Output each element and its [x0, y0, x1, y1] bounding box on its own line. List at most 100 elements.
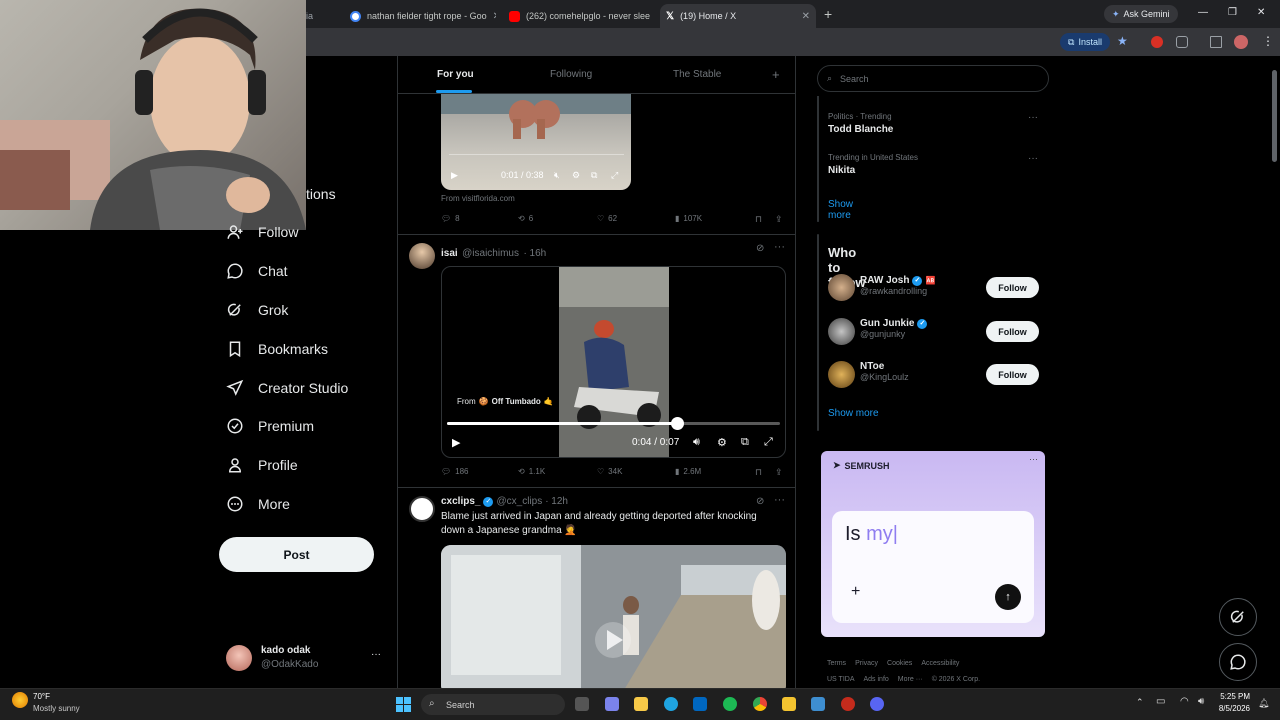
post-more-icon[interactable]: ··· [774, 494, 785, 506]
post-video[interactable]: From 🍪 Off Tumbado 🤙 ▶ 0:04 / 0:07 🔊︎ ⚙ ⧉ ⤢ [441, 266, 786, 458]
notification-bell-icon[interactable]: 🔔︎ [1258, 698, 1269, 709]
follow-button[interactable]: Follow [986, 277, 1039, 298]
footer-link[interactable]: Ads info [864, 676, 889, 683]
share-icon[interactable]: ⇪ [775, 467, 783, 478]
browser-tab[interactable]: (262) comehelpglo - never slee ✕ [503, 4, 655, 28]
windows-start-icon[interactable] [396, 697, 411, 712]
tab-for-you[interactable]: For you [437, 69, 474, 80]
settings-icon[interactable]: ⚙ [572, 170, 580, 181]
views-button[interactable]: ▮ 2.6M [675, 467, 701, 476]
post-button[interactable]: Post [219, 537, 374, 572]
edge-icon[interactable] [664, 697, 678, 711]
video-scrubber-handle[interactable] [670, 417, 684, 430]
sidebar-item-creator-studio[interactable]: Creator Studio [226, 379, 348, 397]
sidebar-item-chat[interactable]: Chat [226, 262, 288, 280]
reading-list-icon[interactable] [1210, 36, 1222, 48]
sidebar-item-grok[interactable]: Grok [226, 301, 288, 319]
card-source[interactable]: From visitflorida.com [441, 194, 515, 203]
post-author-name[interactable]: isai [441, 248, 458, 259]
chrome-icon[interactable] [753, 697, 767, 711]
store-icon[interactable] [693, 697, 707, 711]
taskbar-search-box[interactable]: ⌕ Search [421, 694, 565, 715]
views-button[interactable]: ▮ 107K [675, 214, 702, 223]
avatar[interactable] [828, 318, 855, 345]
sidebar-item-follow[interactable]: Follow [226, 223, 298, 241]
settings-icon[interactable]: ⚙ [717, 436, 727, 449]
pip-icon[interactable]: ⧉ [741, 436, 749, 449]
semrush-ad[interactable]: ➤ SEMRUSH ··· Is my| + ↑ [821, 451, 1045, 637]
footer-link[interactable]: Privacy [855, 660, 878, 667]
avatar[interactable] [409, 496, 435, 522]
app-icon[interactable] [841, 697, 855, 711]
grok-icon[interactable]: ⊘ [756, 496, 764, 507]
discord-icon[interactable] [870, 697, 884, 711]
avatar[interactable] [409, 243, 435, 269]
sticky-notes-icon[interactable] [782, 697, 796, 711]
post-author-handle[interactable]: @cx_clips [496, 496, 542, 507]
sidebar-item-more[interactable]: More [226, 495, 290, 513]
footer-link[interactable]: Terms [827, 660, 846, 667]
trends-show-more-link[interactable]: Show more [828, 199, 853, 221]
post-time[interactable]: · 12h [545, 496, 568, 507]
reply-button[interactable]: 💬︎ 186 [441, 467, 469, 476]
play-icon[interactable]: ▶ [452, 436, 460, 449]
close-tab-icon[interactable]: ✕ [802, 11, 810, 22]
wifi-icon[interactable]: ◠ [1180, 696, 1189, 707]
browser-menu-icon[interactable]: ⋮ [1262, 34, 1274, 48]
tray-app-icon[interactable]: ▭ [1156, 696, 1165, 707]
grok-icon[interactable]: ⊘ [756, 243, 764, 254]
follow-button[interactable]: Follow [986, 364, 1039, 385]
reply-button[interactable]: 💬︎ 8 [441, 214, 460, 223]
post-more-icon[interactable]: ··· [774, 241, 785, 253]
volume-icon[interactable]: 🔊︎ [693, 436, 700, 449]
pip-icon[interactable]: ⧉ [591, 170, 597, 181]
bookmark-icon[interactable]: ⊓ [755, 467, 762, 478]
follow-suggestion[interactable]: RAW Josh ✓ 🆎 @rawkandrolling [860, 275, 935, 296]
trend-item[interactable]: Trending in United States Nikita ··· [828, 153, 1038, 176]
post-author-name[interactable]: cxclips_ [441, 496, 480, 507]
footer-link[interactable]: Cookies [887, 660, 912, 667]
weather-desc[interactable]: Mostly sunny [33, 704, 80, 713]
minimize-button[interactable]: — [1198, 7, 1208, 18]
post-video[interactable] [441, 545, 786, 688]
tab-the-stable[interactable]: The Stable [673, 69, 721, 80]
sidebar-item-bookmarks[interactable]: Bookmarks [226, 340, 328, 358]
weather-temp[interactable]: 70°F [33, 692, 50, 701]
ad-submit-arrow-icon[interactable]: ↑ [995, 584, 1021, 610]
share-icon[interactable]: ⇪ [775, 214, 783, 225]
avatar[interactable] [828, 361, 855, 388]
post-author-handle[interactable]: @isaichimus [462, 248, 519, 259]
sidebar-item-partial-label[interactable]: tions [306, 186, 336, 202]
extensions-puzzle-icon[interactable] [1176, 36, 1188, 48]
search-input[interactable]: ⌕ Search [817, 65, 1049, 92]
extension-icon[interactable] [1151, 36, 1163, 48]
follow-button[interactable]: Follow [986, 321, 1039, 342]
like-button[interactable]: ♡ 62 [597, 214, 617, 223]
spotify-icon[interactable] [723, 697, 737, 711]
bookmark-icon[interactable]: ⊓ [755, 214, 762, 225]
grok-fab-button[interactable] [1219, 598, 1257, 636]
play-icon[interactable]: ▶ [451, 170, 458, 181]
weather-sun-icon[interactable] [12, 692, 28, 708]
follow-suggestion[interactable]: Gun Junkie ✓ @gunjunky [860, 318, 928, 339]
account-more-icon[interactable]: ··· [371, 649, 381, 660]
page-scrollbar[interactable] [1272, 70, 1277, 162]
account-switcher[interactable]: kado odak @OdakKado ··· [226, 643, 386, 675]
maximize-button[interactable]: ❐ [1228, 7, 1237, 18]
fullscreen-icon[interactable]: ⤢ [764, 436, 773, 449]
who-show-more-link[interactable]: Show more [828, 408, 879, 419]
task-view-icon[interactable] [575, 697, 589, 711]
bookmark-star-icon[interactable]: ★ [1117, 34, 1128, 48]
teams-icon[interactable] [605, 697, 619, 711]
video-progress-track[interactable] [449, 154, 624, 155]
mute-icon[interactable]: 🔇︎ [554, 170, 560, 181]
browser-tab-active[interactable]: 𝕏 (19) Home / X ✕ [660, 4, 816, 28]
app-icon[interactable] [811, 697, 825, 711]
video-progress-track[interactable] [447, 417, 780, 430]
follow-suggestion[interactable]: NToe @KingLoulz [860, 361, 909, 382]
fullscreen-icon[interactable]: ⤢ [611, 170, 618, 181]
ad-more-icon[interactable]: ··· [1029, 454, 1038, 464]
avatar[interactable] [828, 274, 855, 301]
trend-more-icon[interactable]: ··· [1028, 153, 1038, 164]
footer-link[interactable]: More ··· [898, 676, 923, 683]
